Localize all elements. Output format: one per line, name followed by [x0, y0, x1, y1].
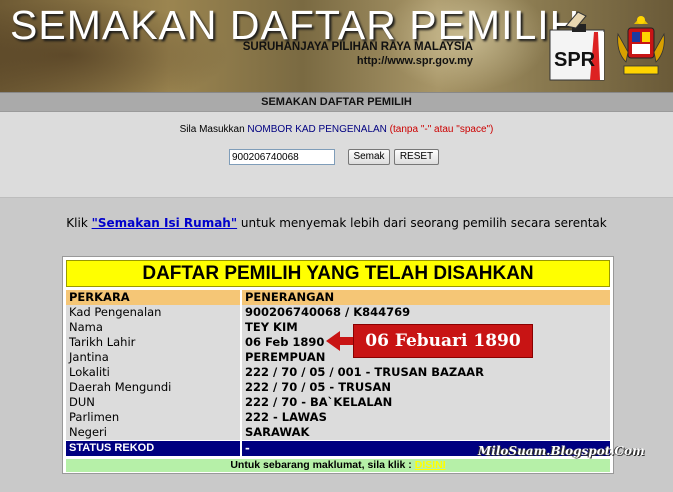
row-value: 222 / 70 / 05 / 001 - TRUSAN BAZAAR [242, 365, 610, 380]
instruction-prefix: Sila Masukkan [179, 124, 248, 135]
status-label: STATUS REKOD [66, 441, 240, 456]
search-form-panel: Sila Masukkan NOMBOR KAD PENGENALAN (tan… [0, 112, 673, 198]
row-label: Jantina [66, 350, 240, 365]
household-check-link[interactable]: "Semakan Isi Rumah" [92, 216, 238, 230]
info-footer: Untuk sebarang maklumat, sila klik : DIS… [66, 459, 610, 472]
row-label: Lokaliti [66, 365, 240, 380]
household-check-note: Klik "Semakan Isi Rumah" untuk menyemak … [0, 216, 673, 230]
table-header-row: PERKARA PENERANGAN [66, 290, 610, 305]
row-value: 222 / 70 / 05 - TRUSAN [242, 380, 610, 395]
instruction-highlight: NOMBOR KAD PENGENALAN [247, 124, 387, 135]
result-title: DAFTAR PEMILIH YANG TELAH DISAHKAN [66, 260, 610, 287]
row-label: Parlimen [66, 410, 240, 425]
klik-suffix: untuk menyemak lebih dari seorang pemili… [237, 216, 607, 230]
header-col-penerangan: PENERANGAN [242, 290, 610, 305]
row-value: 222 / 70 - BA`KELALAN [242, 395, 610, 410]
arrow-left-icon [326, 331, 354, 351]
footer-text: Untuk sebarang maklumat, sila klik : [230, 459, 415, 471]
national-crest-icon [617, 16, 665, 75]
instruction-note: (tanpa "-" atau "space") [386, 124, 494, 135]
row-label: Negeri [66, 425, 240, 440]
header-col-perkara: PERKARA [66, 290, 240, 305]
banner-url: http://www.spr.gov.my [356, 55, 473, 67]
row-label: Tarikh Lahir [66, 335, 240, 350]
table-row: Lokaliti 222 / 70 / 05 / 001 - TRUSAN BA… [66, 365, 610, 380]
table-row: Kad Pengenalan 900206740068 / K844769 [66, 305, 610, 320]
ic-number-input[interactable] [229, 149, 335, 165]
row-label: DUN [66, 395, 240, 410]
table-row: Daerah Mengundi 222 / 70 / 05 - TRUSAN [66, 380, 610, 395]
spr-logo-icon: SPR [549, 11, 605, 81]
row-value: SARAWAK [242, 425, 610, 440]
spr-logo-text: SPR [554, 49, 596, 71]
row-value: 222 - LAWAS [242, 410, 610, 425]
table-row: DUN 222 / 70 - BA`KELALAN [66, 395, 610, 410]
site-banner: SEMAKAN DAFTAR PEMILIH SURUHANJAYA PILIH… [0, 0, 673, 92]
blog-watermark: MiloSuam.Blogspot.Com [478, 444, 645, 458]
birthdate-annotation: 06 Febuari 1890 [353, 324, 533, 358]
row-label: Nama [66, 320, 240, 335]
row-label: Daerah Mengundi [66, 380, 240, 395]
reset-button[interactable]: RESET [394, 149, 439, 165]
page-heading: SEMAKAN DAFTAR PEMILIH [0, 92, 673, 112]
klik-prefix: Klik [66, 216, 92, 230]
table-row: Negeri SARAWAK [66, 425, 610, 440]
row-label: Kad Pengenalan [66, 305, 240, 320]
voter-result-table: DAFTAR PEMILIH YANG TELAH DISAHKAN PERKA… [62, 256, 614, 474]
table-row: Parlimen 222 - LAWAS [66, 410, 610, 425]
search-button[interactable]: Semak [348, 149, 390, 165]
row-value: 900206740068 / K844769 [242, 305, 610, 320]
ic-instruction: Sila Masukkan NOMBOR KAD PENGENALAN (tan… [0, 124, 673, 135]
banner-subtitle: SURUHANJAYA PILIHAN RAYA MALAYSIA [242, 41, 473, 53]
disini-link[interactable]: DISINI [415, 459, 446, 471]
